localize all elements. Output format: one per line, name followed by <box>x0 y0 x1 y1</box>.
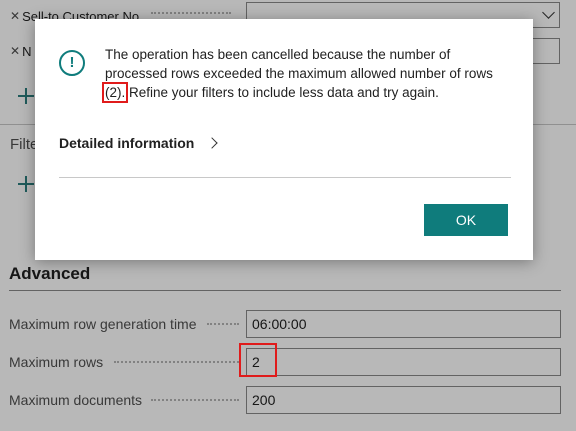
exclamation-circle-icon: ! <box>59 50 85 76</box>
message-text: Refine your filters to include less data… <box>125 85 439 100</box>
error-dialog: ! The operation has been cancelled becau… <box>35 19 533 260</box>
message-text: The operation has been cancelled because… <box>105 47 493 81</box>
details-label: Detailed information <box>59 135 195 151</box>
chevron-right-icon <box>206 137 219 149</box>
ok-button[interactable]: OK <box>424 204 508 236</box>
detailed-information-link[interactable]: Detailed information <box>59 135 219 151</box>
message-highlight: (2). <box>101 82 129 103</box>
dialog-message: The operation has been cancelled because… <box>101 45 515 103</box>
dialog-divider <box>59 177 511 178</box>
highlight-annotation <box>239 343 277 377</box>
